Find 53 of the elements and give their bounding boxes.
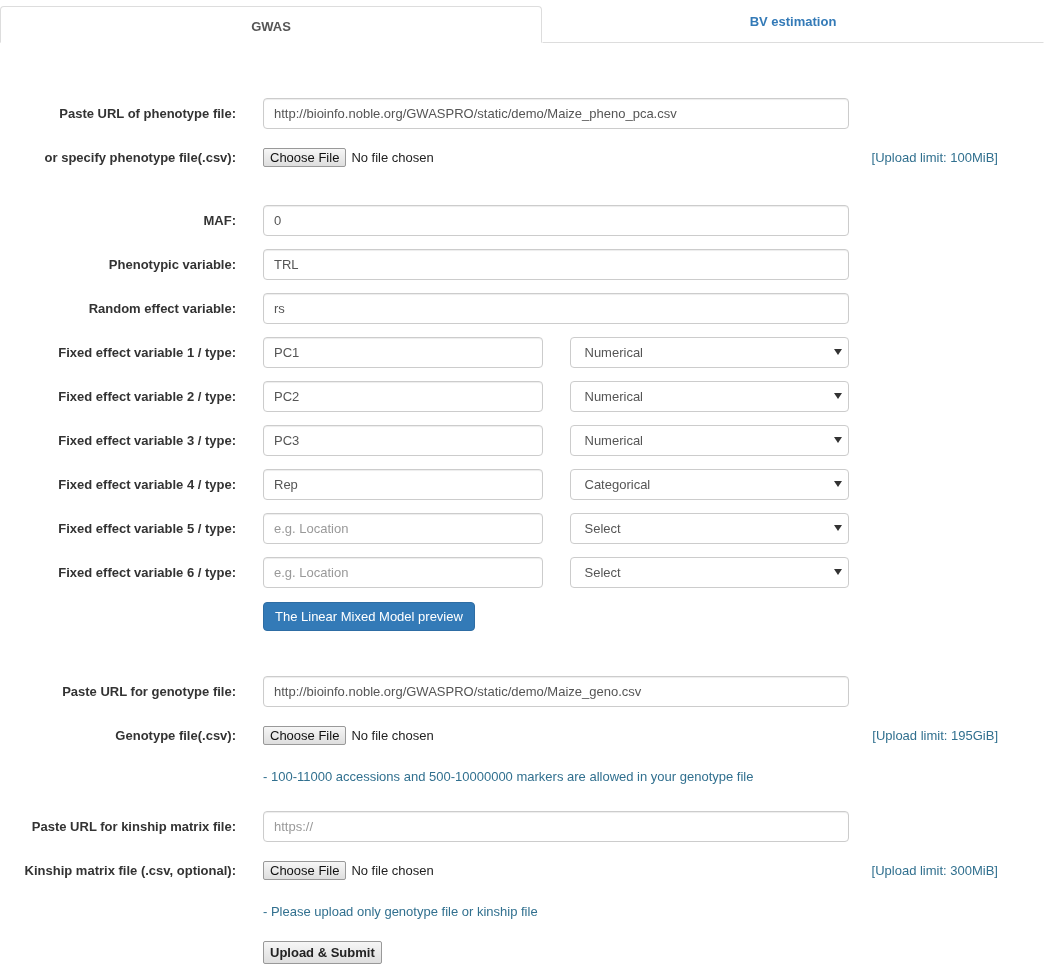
input-field[interactable]: PC3	[263, 424, 543, 456]
preview-button[interactable]: The Linear Mixed Model preview	[263, 601, 475, 631]
input-field[interactable]: PC1	[263, 336, 543, 368]
submit-button[interactable]: Upload & Submit	[263, 940, 382, 964]
upload-limit: [Upload limit: 100MiB]	[871, 149, 998, 165]
field-label: Kinship matrix file (.csv, optional):	[24, 862, 236, 878]
field-label: Phenotypic variable:	[108, 256, 236, 272]
field-label: Fixed effect variable 2 / type:	[58, 388, 236, 404]
field-label: Fixed effect variable 5 / type:	[58, 520, 236, 536]
input-field[interactable]: Rep	[263, 468, 543, 500]
upload-limit: [Upload limit: 300MiB]	[871, 862, 998, 878]
field-label: or specify phenotype file(.csv):	[44, 149, 236, 165]
field-label: Paste URL of phenotype file:	[59, 105, 236, 121]
type-dropdown[interactable]: Categorical	[569, 468, 849, 500]
field-label: Paste URL for genotype file:	[62, 683, 236, 699]
type-dropdown[interactable]: Numerical	[569, 380, 849, 412]
input-field[interactable]: http://bioinfo.noble.org/GWASPRO/static/demo/Maize_pheno_pca.csv	[263, 97, 849, 129]
choose-file-button[interactable]: Choose File	[263, 725, 347, 745]
caret-icon	[834, 525, 842, 531]
field-label: MAF:	[203, 212, 236, 228]
file-status: No file chosen	[351, 149, 434, 165]
type-dropdown[interactable]: Select	[569, 556, 849, 588]
caret-icon	[834, 481, 842, 487]
input-field[interactable]: e.g. Location	[263, 512, 543, 544]
input-field[interactable]: e.g. Location	[263, 556, 543, 588]
caret-icon	[834, 437, 842, 443]
type-dropdown[interactable]: Select	[569, 512, 849, 544]
help-note: - Please upload only genotype file or kinship file	[263, 903, 539, 919]
field-label: Genotype file(.csv):	[115, 727, 236, 743]
choose-file-button[interactable]: Choose File	[263, 147, 347, 167]
caret-icon	[834, 349, 842, 355]
type-dropdown[interactable]: Numerical	[569, 336, 849, 368]
tab[interactable]: GWAS	[0, 6, 542, 43]
caret-icon	[834, 569, 842, 575]
field-label: Random effect variable:	[88, 300, 236, 316]
input-field[interactable]: http://bioinfo.noble.org/GWASPRO/static/demo/Maize_geno.csv	[263, 675, 849, 707]
field-label: Fixed effect variable 1 / type:	[58, 344, 236, 360]
file-status: No file chosen	[351, 727, 434, 743]
file-status: No file chosen	[351, 862, 434, 878]
field-label: Fixed effect variable 3 / type:	[58, 432, 236, 448]
input-field[interactable]: rs	[263, 292, 849, 324]
input-field[interactable]: 0	[263, 204, 849, 236]
field-label: Paste URL for kinship matrix file:	[31, 818, 236, 834]
upload-limit: [Upload limit: 195GiB]	[872, 727, 998, 743]
field-label: Fixed effect variable 6 / type:	[58, 564, 236, 580]
field-label: Fixed effect variable 4 / type:	[58, 476, 236, 492]
input-field[interactable]: https://	[263, 810, 849, 842]
type-dropdown[interactable]: Numerical	[569, 424, 849, 456]
caret-icon	[834, 393, 842, 399]
choose-file-button[interactable]: Choose File	[263, 860, 347, 880]
input-field[interactable]: TRL	[263, 248, 849, 280]
input-field[interactable]: PC2	[263, 380, 543, 412]
help-note: - 100-11000 accessions and 500-10000000 markers are allowed in your genotype file	[263, 768, 755, 784]
